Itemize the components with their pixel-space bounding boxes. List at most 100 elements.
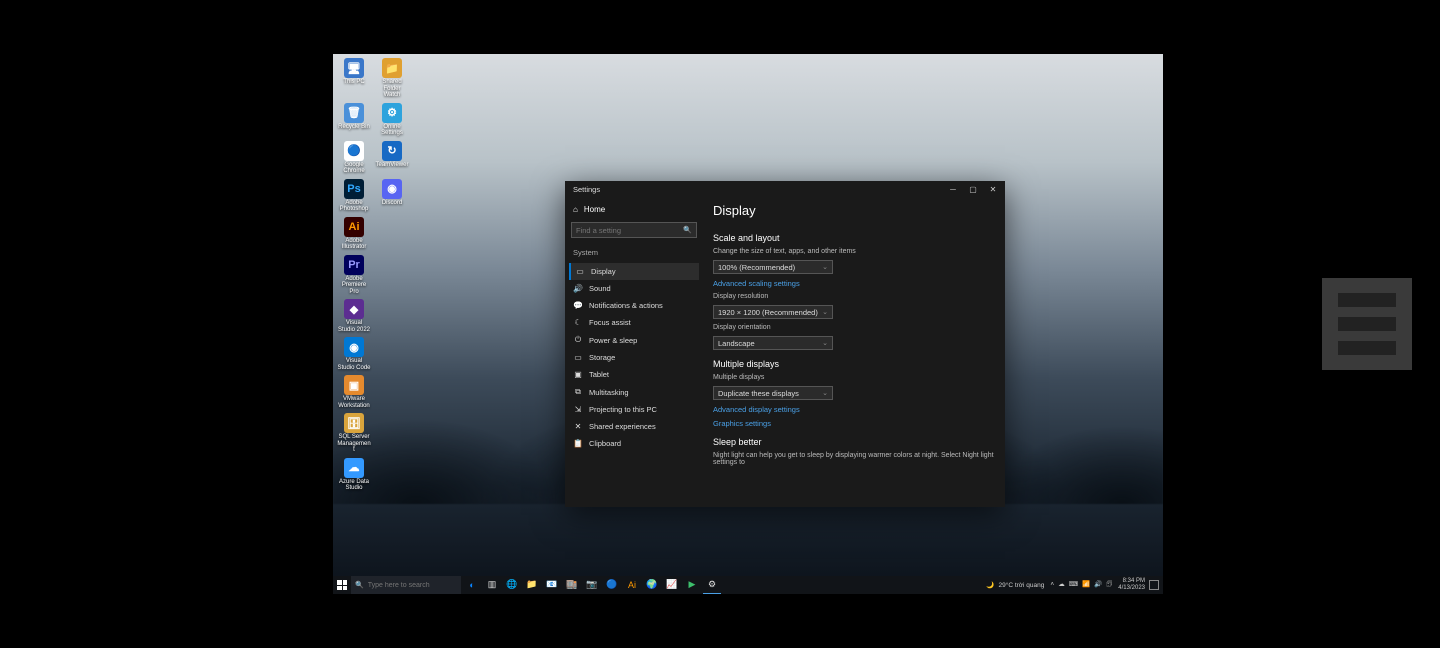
sidebar-item-label: Notifications & actions: [589, 301, 663, 310]
sidebar-item-focus-assist[interactable]: ☾Focus assist: [569, 314, 699, 331]
sidebar-item-notifications-actions[interactable]: 💬 Notifications & actions: [569, 297, 699, 314]
desktop: 🖥This PC📁Shared Folder Watch🗑Recycle Bin…: [333, 54, 1163, 594]
taskbar-app-store[interactable]: 🏬: [563, 576, 581, 594]
multiple-displays-label: Multiple displays: [713, 374, 995, 381]
tray-icon[interactable]: 🔊: [1094, 581, 1102, 588]
taskbar-app-browser[interactable]: 🌍: [643, 576, 661, 594]
menu-overlay-icon[interactable]: [1322, 278, 1412, 370]
tray-icon[interactable]: 📶: [1082, 581, 1090, 588]
resolution-label: Display resolution: [713, 293, 995, 300]
desktop-icon-label: Recycle Bin: [338, 124, 370, 131]
sidebar-item-sound[interactable]: 🔊 Sound: [569, 280, 699, 297]
desktop-icon[interactable]: 🔵Google Chrome: [337, 141, 371, 175]
sidebar-item-label: Sound: [589, 284, 611, 293]
settings-search-input[interactable]: [576, 226, 683, 235]
sidebar-item-label: Projecting to this PC: [589, 405, 657, 414]
search-icon: 🔍: [683, 226, 692, 234]
sidebar-item-icon: 🔊: [573, 284, 583, 293]
sidebar-item-storage[interactable]: ▭Storage: [569, 349, 699, 366]
action-center-icon[interactable]: [1149, 580, 1159, 590]
desktop-icon-label: VMware Workstation: [337, 396, 371, 409]
sidebar-item-shared-experiences[interactable]: ✕Shared experiences: [569, 418, 699, 435]
taskbar-app-task-view[interactable]: ▥: [483, 576, 501, 594]
desktop-icon[interactable]: PrAdobe Premiere Pro: [337, 255, 371, 296]
taskbar-search-input[interactable]: [368, 582, 459, 589]
app-icon: ◉: [344, 337, 364, 357]
multiple-displays-value: Duplicate these displays: [718, 389, 799, 398]
desktop-icon[interactable]: 🗄SQL Server Management: [337, 413, 371, 454]
tray-icon[interactable]: ⌨: [1069, 581, 1078, 588]
taskbar-app-mail[interactable]: 📧: [543, 576, 561, 594]
chevron-down-icon: ⌄: [822, 389, 828, 397]
home-icon: ⌂: [573, 205, 578, 214]
windows-logo-icon: [337, 580, 347, 590]
sidebar-item-power-sleep[interactable]: ⏻Power & sleep: [569, 331, 699, 349]
graphics-settings-link[interactable]: Graphics settings: [713, 419, 995, 428]
maximize-button[interactable]: ▢: [963, 181, 983, 197]
scale-heading: Scale and layout: [713, 233, 995, 243]
desktop-icon[interactable]: ▣VMware Workstation: [337, 375, 371, 409]
desktop-icon[interactable]: 📁Shared Folder Watch: [375, 58, 409, 99]
weather-icon[interactable]: 🌙: [986, 581, 994, 589]
minimize-button[interactable]: ─: [943, 181, 963, 197]
desktop-icon[interactable]: ↻TeamViewer: [375, 141, 409, 175]
desktop-icon-label: SQL Server Management: [337, 434, 371, 454]
settings-search[interactable]: 🔍: [571, 222, 697, 238]
desktop-icon-label: Adobe Photoshop: [337, 200, 371, 213]
desktop-icon-label: Discord: [382, 200, 402, 207]
multiple-displays-heading: Multiple displays: [713, 359, 995, 369]
tray-icon[interactable]: 🗊: [1106, 581, 1112, 588]
desktop-icon[interactable]: AiAdobe Illustrator: [337, 217, 371, 251]
app-icon: ↻: [382, 141, 402, 161]
advanced-display-link[interactable]: Advanced display settings: [713, 405, 995, 414]
taskbar-app-app1[interactable]: 📈: [663, 576, 681, 594]
sidebar-home[interactable]: ⌂ Home: [569, 201, 699, 218]
desktop-icon[interactable]: 🗑Recycle Bin: [337, 103, 371, 137]
tray-icon[interactable]: ˄: [1050, 581, 1054, 588]
taskbar-search[interactable]: 🔍: [351, 576, 461, 594]
sidebar-item-display[interactable]: ▭Display: [569, 263, 699, 280]
sidebar-item-label: Clipboard: [589, 439, 621, 448]
taskbar-app-chrome[interactable]: 🔵: [603, 576, 621, 594]
taskbar-app-app2[interactable]: ▶: [683, 576, 701, 594]
taskbar-app-file-explorer[interactable]: 📁: [523, 576, 541, 594]
sidebar-item-tablet[interactable]: ▣Tablet: [569, 366, 699, 383]
multiple-displays-dropdown[interactable]: Duplicate these displays ⌄: [713, 386, 833, 400]
window-titlebar[interactable]: Settings ─ ▢ ✕: [565, 181, 1005, 197]
desktop-icons: 🖥This PC📁Shared Folder Watch🗑Recycle Bin…: [337, 58, 409, 492]
sidebar-item-icon: ☾: [573, 318, 583, 327]
desktop-icon[interactable]: 🖥This PC: [337, 58, 371, 99]
desktop-icon[interactable]: ◉Discord: [375, 179, 409, 213]
sidebar-section-label: System: [569, 244, 699, 263]
app-icon: ◉: [382, 179, 402, 199]
taskbar-app-cortana[interactable]: ◐: [463, 576, 481, 594]
weather-text[interactable]: 29°C trời quang: [999, 582, 1045, 589]
taskbar-app-illustrator[interactable]: Ai: [623, 576, 641, 594]
desktop-icon[interactable]: ☁Azure Data Studio: [337, 458, 371, 492]
sidebar-item-label: Tablet: [589, 370, 609, 379]
tray-icon[interactable]: ☁: [1058, 581, 1065, 588]
desktop-icon[interactable]: ◆Visual Studio 2022: [337, 299, 371, 333]
chevron-down-icon: ⌄: [822, 308, 828, 316]
sidebar-item-icon: ⏻: [573, 335, 583, 345]
sidebar-item-projecting-to-this-pc[interactable]: ⇲Projecting to this PC: [569, 401, 699, 418]
scale-dropdown[interactable]: 100% (Recommended) ⌄: [713, 260, 833, 274]
taskbar-app-edge[interactable]: 🌐: [503, 576, 521, 594]
sidebar-item-label: Shared experiences: [589, 422, 656, 431]
resolution-value: 1920 × 1200 (Recommended): [718, 308, 818, 317]
taskbar-clock[interactable]: 8:34 PM 4/13/2023: [1118, 578, 1145, 592]
sidebar-item-multitasking[interactable]: ⧉Multitasking: [569, 383, 699, 401]
desktop-icon[interactable]: PsAdobe Photoshop: [337, 179, 371, 213]
taskbar-app-settings[interactable]: ⚙: [703, 576, 721, 594]
desktop-icon[interactable]: ◉Visual Studio Code: [337, 337, 371, 371]
advanced-scaling-link[interactable]: Advanced scaling settings: [713, 279, 995, 288]
close-button[interactable]: ✕: [983, 181, 1003, 197]
resolution-dropdown[interactable]: 1920 × 1200 (Recommended) ⌄: [713, 305, 833, 319]
system-tray: 🌙 29°C trời quang ˄ ☁ ⌨ 📶 🔊 🗊 8:34 PM 4/13/20…: [982, 578, 1163, 592]
sidebar-item-clipboard[interactable]: 📋Clipboard: [569, 435, 699, 452]
orientation-dropdown[interactable]: Landscape ⌄: [713, 336, 833, 350]
sidebar-item-icon: 💬: [573, 301, 583, 310]
taskbar-app-camera[interactable]: 📷: [583, 576, 601, 594]
start-button[interactable]: [333, 576, 351, 594]
desktop-icon[interactable]: ⚙Online Settings: [375, 103, 409, 137]
